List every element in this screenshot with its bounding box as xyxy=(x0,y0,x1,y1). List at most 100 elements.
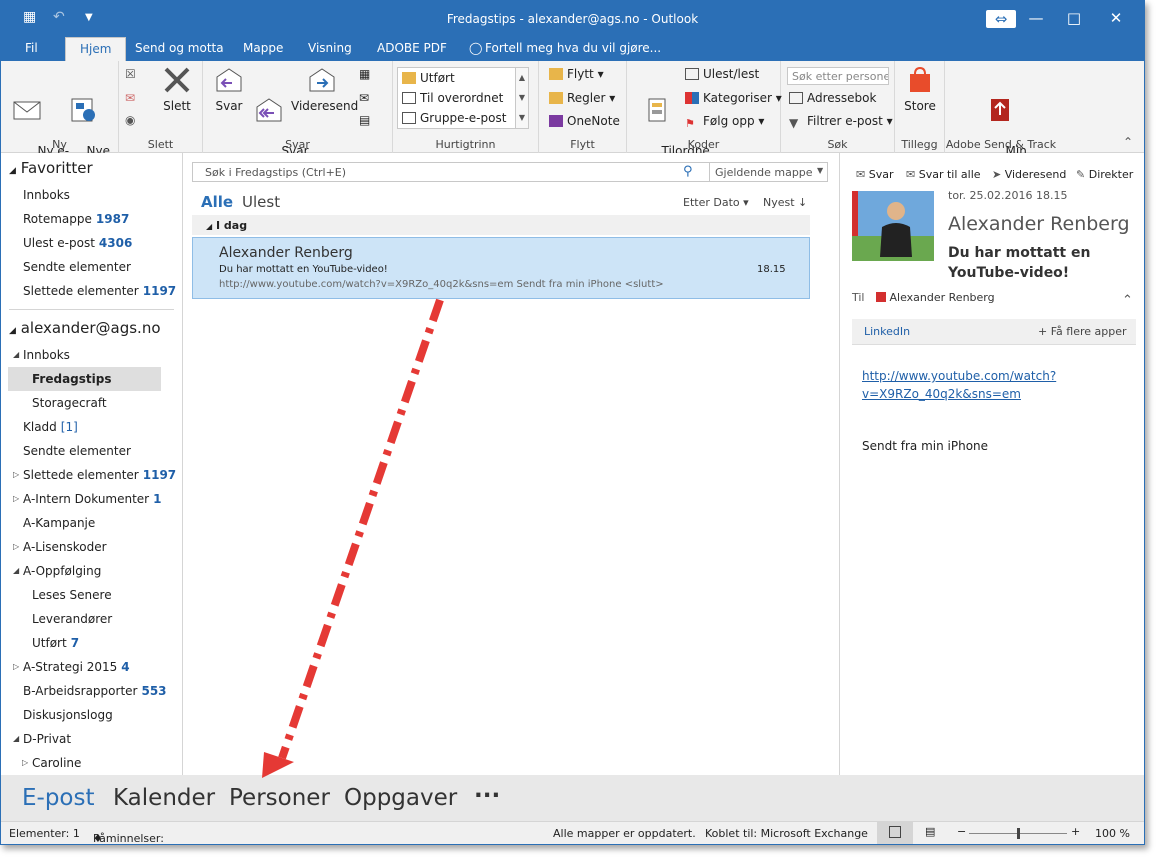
filter-unread-tab[interactable]: Ulest xyxy=(242,193,280,211)
folder-label: Diskusjonslogg xyxy=(23,708,113,722)
filter-email-button[interactable]: ▼ Filtrer e-post ▾ xyxy=(789,114,893,130)
sort-by-dropdown[interactable]: Etter Dato ▾ xyxy=(683,196,749,209)
tab-view[interactable]: Visning xyxy=(308,41,352,55)
more-respond-icon[interactable]: ▤ xyxy=(359,113,370,127)
reading-sender[interactable]: Alexander Renberg xyxy=(948,213,1130,235)
folder-item[interactable]: Leverandører xyxy=(1,607,182,631)
zoom-out-button[interactable]: − xyxy=(957,825,966,838)
cleanup-icon[interactable]: ✉ xyxy=(125,91,135,105)
junk-icon[interactable]: ◉ xyxy=(125,113,135,127)
quick-step-item[interactable]: Til overordnet xyxy=(402,91,503,105)
tab-home[interactable]: Hjem xyxy=(65,37,127,61)
to-recipient[interactable]: Alexander Renberg xyxy=(876,291,995,304)
nav-tasks[interactable]: Oppgaver xyxy=(344,785,457,811)
tab-file[interactable]: Fil xyxy=(25,41,38,55)
more-apps-link[interactable]: + Få flere apper xyxy=(1038,325,1127,338)
forward-button[interactable]: Videresend xyxy=(291,65,358,114)
folder-item[interactable]: ▷ A-Intern Dokumenter 1 xyxy=(1,487,182,511)
nav-more-icon[interactable]: ··· xyxy=(474,783,500,809)
nav-people[interactable]: Personer xyxy=(229,785,330,811)
forward-action[interactable]: ➤ Videresend xyxy=(992,168,1066,181)
delete-button[interactable]: Slett xyxy=(157,65,197,114)
search-box: Søk i Fredagstips (Ctrl+E) ⚲ Gjeldende m… xyxy=(192,162,828,182)
folder-item[interactable]: ▷ Caroline xyxy=(1,751,182,775)
folder-item[interactable]: Sendte elementer xyxy=(1,439,182,463)
favorite-item[interactable]: Ulest e-post 4306 xyxy=(1,231,182,255)
search-scope-dropdown[interactable]: Gjeldende mappe xyxy=(715,166,813,179)
folder-label: Sendte elementer xyxy=(23,260,131,274)
im-action[interactable]: ✎ Direkter xyxy=(1076,168,1133,181)
search-people-input[interactable]: Søk etter personer xyxy=(787,67,889,85)
section-divider xyxy=(9,309,174,310)
nav-calendar[interactable]: Kalender xyxy=(113,785,215,811)
favorite-item[interactable]: Slettede elementer 1197 xyxy=(1,279,182,303)
tell-me-icon[interactable]: ◯ xyxy=(469,41,482,55)
onenote-button[interactable]: OneNote xyxy=(549,114,620,128)
group-header[interactable]: ◢ I dag xyxy=(192,215,810,235)
address-book-button[interactable]: Adressebok xyxy=(789,91,876,105)
rules-button[interactable]: Regler ▾ xyxy=(549,91,615,105)
filter-all-tab[interactable]: Alle xyxy=(201,193,233,211)
categorize-button[interactable]: Kategoriser ▾ xyxy=(685,91,782,105)
meeting-icon[interactable]: ▦ xyxy=(359,67,370,81)
message-row[interactable]: Alexander Renberg Du har mottatt en YouT… xyxy=(192,237,810,299)
search-icon[interactable]: ⚲ xyxy=(683,164,693,179)
zoom-in-button[interactable]: + xyxy=(1071,825,1080,838)
folder-item[interactable]: Utført 7 xyxy=(1,631,182,655)
collapse-header-icon[interactable]: ⌃ xyxy=(1122,293,1133,308)
folder-item[interactable]: A-Kampanje xyxy=(1,511,182,535)
tab-adobe-pdf[interactable]: ADOBE PDF xyxy=(377,41,447,55)
account-header[interactable]: ◢ alexander@ags.no xyxy=(9,319,161,337)
reply-all-action[interactable]: ✉ Svar til alle xyxy=(906,168,981,181)
folder-item[interactable]: ◢ D-Privat xyxy=(1,727,182,751)
linkedin-app-tab[interactable]: LinkedIn xyxy=(864,325,910,338)
folder-item[interactable]: ▷ A-Strategi 2015 4 xyxy=(1,655,182,679)
tab-send-receive[interactable]: Send og motta xyxy=(135,41,224,55)
reading-view-icon[interactable]: ▤ xyxy=(925,825,935,838)
move-button[interactable]: Flytt ▾ xyxy=(549,67,604,81)
quick-step-item[interactable]: Gruppe-e-post xyxy=(402,111,506,125)
folder-item[interactable]: Fredagstips xyxy=(8,367,161,391)
im-icon[interactable]: ✉ xyxy=(359,91,369,105)
reply-button[interactable]: Svar xyxy=(211,65,247,114)
group-adobe: Min konto Adobe Send & Track xyxy=(945,61,1057,173)
folder-item[interactable]: ◢ Innboks xyxy=(1,343,182,367)
favorite-item[interactable]: Rotemappe 1987 xyxy=(1,207,182,231)
collapse-ribbon-icon[interactable]: ⌃ xyxy=(1123,135,1133,149)
folder-item[interactable]: ◢ A-Oppfølging xyxy=(1,559,182,583)
unread-count: [1] xyxy=(60,420,78,434)
minimize-button[interactable]: — xyxy=(1021,7,1051,29)
folder-item[interactable]: Kladd [1] xyxy=(1,415,182,439)
folder-item[interactable]: Storagecraft xyxy=(1,391,182,415)
favorites-header[interactable]: ◢ Favoritter xyxy=(9,159,93,177)
ignore-icon[interactable]: ☒ xyxy=(125,67,136,81)
gallery-scroll-icon[interactable]: ▲ ▼ ▼ xyxy=(515,67,529,129)
reply-action[interactable]: ✉ Svar xyxy=(856,168,893,181)
close-button[interactable]: ✕ xyxy=(1101,7,1131,29)
follow-up-button[interactable]: ⚑ Følg opp ▾ xyxy=(685,114,764,130)
folder-item[interactable]: ▷ A-Lisenskoder xyxy=(1,535,182,559)
store-button[interactable]: Store xyxy=(899,65,941,114)
delete-x-icon xyxy=(164,67,190,93)
maximize-button[interactable]: □ xyxy=(1059,7,1089,29)
favorite-item[interactable]: Sendte elementer xyxy=(1,255,182,279)
unread-read-button[interactable]: Ulest/lest xyxy=(685,67,759,81)
chevron-down-icon[interactable]: ▼ xyxy=(817,166,823,175)
search-input[interactable]: Søk i Fredagstips (Ctrl+E) xyxy=(205,166,346,179)
folder-pane: ◢ Favoritter Innboks Rotemappe 1987 Ulest e-… xyxy=(1,153,183,775)
tab-folder[interactable]: Mappe xyxy=(243,41,283,55)
folder-item[interactable]: ▷ Slettede elementer 1197 xyxy=(1,463,182,487)
ribbon-display-icon[interactable]: ⇔ xyxy=(986,10,1016,28)
zoom-slider-thumb[interactable] xyxy=(1017,828,1020,839)
folder-item[interactable]: Leses Senere xyxy=(1,583,182,607)
folder-item[interactable]: Diskusjonslogg xyxy=(1,703,182,727)
nav-mail[interactable]: E-post xyxy=(22,785,95,811)
message-list-pane: Søk i Fredagstips (Ctrl+E) ⚲ Gjeldende m… xyxy=(184,153,838,775)
quick-step-item[interactable]: Utført xyxy=(402,71,455,85)
favorite-item[interactable]: Innboks xyxy=(1,183,182,207)
tab-tell-me[interactable]: Fortell meg hva du vil gjøre... xyxy=(485,41,661,55)
sort-order-toggle[interactable]: Nyest ↓ xyxy=(763,196,807,209)
folder-item[interactable]: B-Arbeidsrapporter 553 xyxy=(1,679,182,703)
expanded-folder-icon: ◢ xyxy=(13,350,20,359)
youtube-link[interactable]: http://www.youtube.com/watch? v=X9RZo_40q… xyxy=(862,367,1056,403)
